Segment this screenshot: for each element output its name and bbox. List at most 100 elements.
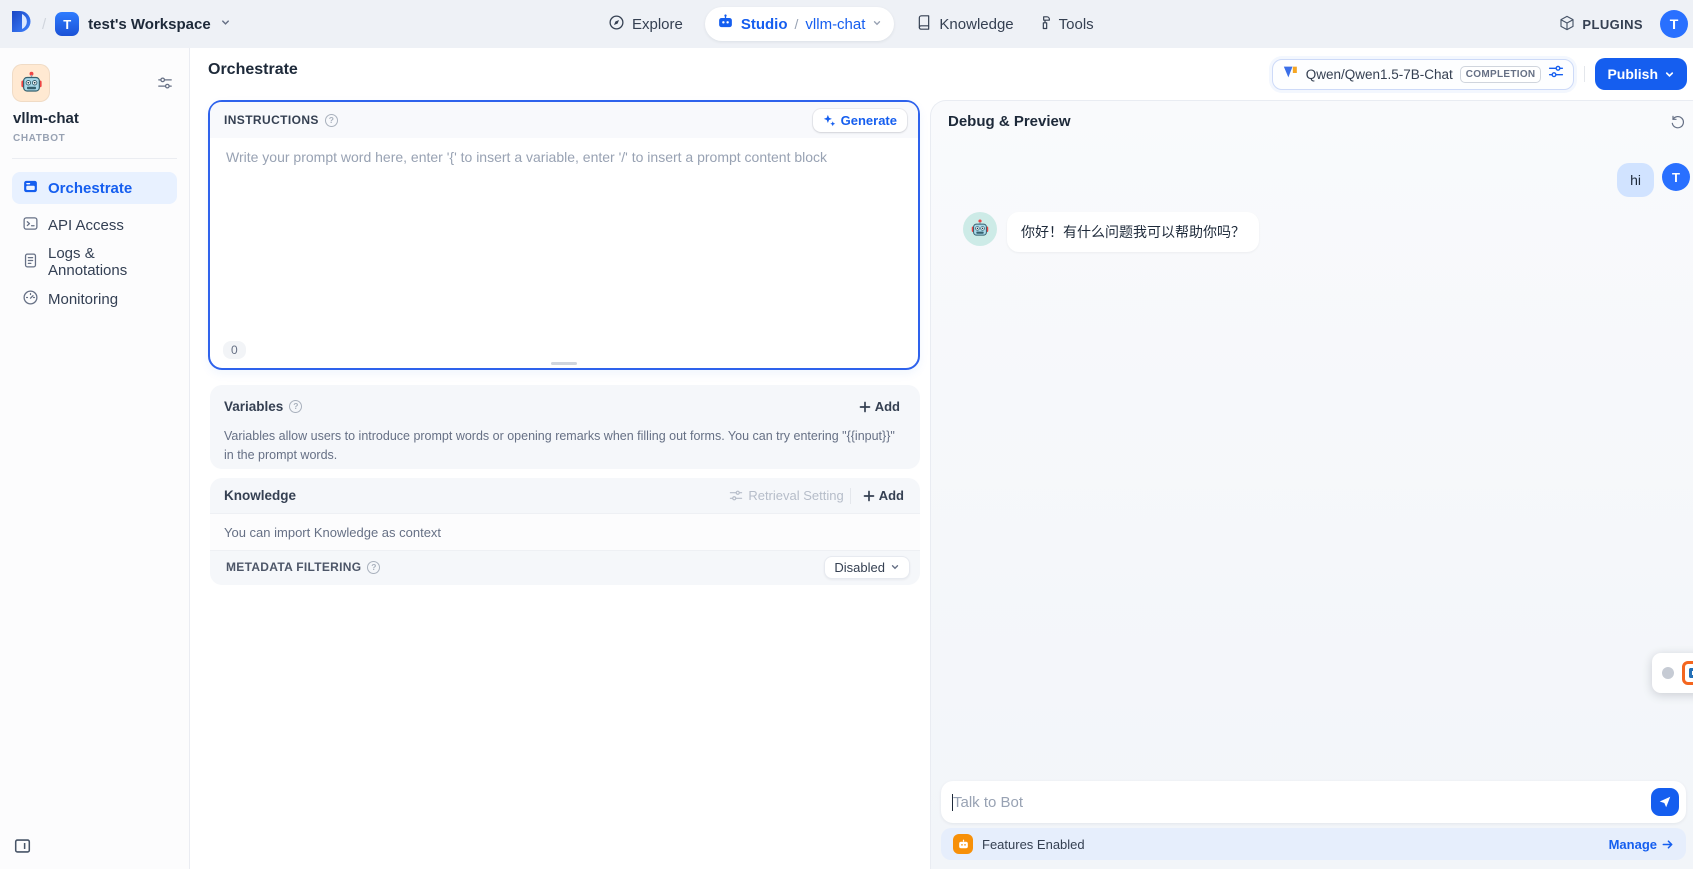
nav-knowledge[interactable]: Knowledge: [916, 14, 1013, 35]
metadata-filtering-value: Disabled: [834, 560, 885, 575]
help-icon[interactable]: ?: [367, 561, 380, 574]
sidebar-menu: Orchestrate API Access Logs & Annotation…: [12, 172, 177, 315]
header-actions: Qwen/Qwen1.5-7B-Chat COMPLETION Publish: [1272, 58, 1687, 90]
chat-message-user: hi T: [1617, 163, 1690, 197]
knowledge-empty-text: You can import Knowledge as context: [210, 513, 920, 551]
window-icon: [22, 178, 39, 199]
publish-label: Publish: [1607, 66, 1658, 82]
chat-input-container: [941, 781, 1686, 823]
page-title: Orchestrate: [208, 61, 298, 79]
user-avatar[interactable]: T: [1660, 10, 1688, 38]
nav-app-crumb[interactable]: vllm-chat: [805, 16, 865, 33]
add-variable-button[interactable]: Add: [853, 396, 906, 417]
primary-nav: Explore Studio / vllm-chat Knowledge Too…: [608, 0, 1094, 48]
send-icon: [1658, 795, 1672, 809]
prompt-input[interactable]: [226, 149, 906, 304]
workspace-avatar[interactable]: T: [55, 12, 79, 36]
knowledge-title: Knowledge: [224, 488, 296, 503]
plus-icon: [859, 401, 871, 413]
robot-emoji-icon: [18, 70, 45, 97]
collapse-sidebar-icon[interactable]: [14, 838, 31, 859]
model-params-icon[interactable]: [1548, 64, 1564, 84]
plugins-button[interactable]: PLUGINS: [1559, 15, 1643, 34]
help-icon[interactable]: ?: [325, 114, 338, 127]
nav-explore-label: Explore: [632, 16, 683, 33]
crumb-separator: /: [795, 16, 799, 32]
sidebar-divider: [12, 158, 177, 159]
hammer-icon: [1036, 14, 1052, 35]
publish-button[interactable]: Publish: [1595, 58, 1687, 90]
user-message-bubble: hi: [1617, 163, 1654, 197]
add-label: Add: [879, 488, 904, 503]
instructions-panel: INSTRUCTIONS ? Generate 0: [208, 100, 920, 370]
features-icon: [953, 834, 973, 854]
nav-knowledge-label: Knowledge: [939, 16, 1013, 33]
sidebar-item-api-access[interactable]: API Access: [12, 209, 177, 241]
arrow-right-icon: [1661, 838, 1674, 851]
sparkle-icon: [823, 114, 836, 127]
workspace-name[interactable]: test's Workspace: [88, 16, 211, 33]
knowledge-header-divider: [850, 488, 851, 504]
chat-input[interactable]: [953, 794, 1651, 811]
metadata-filtering-select[interactable]: Disabled: [824, 556, 910, 579]
app-icon[interactable]: [12, 64, 50, 102]
package-icon: [1559, 15, 1575, 34]
restart-conversation-icon[interactable]: [1670, 114, 1686, 135]
sidebar-item-logs-annotations[interactable]: Logs & Annotations: [12, 246, 177, 278]
generate-button[interactable]: Generate: [813, 109, 907, 132]
bot-avatar: [963, 212, 997, 246]
drag-dot-icon: [1662, 667, 1674, 679]
document-icon: [22, 252, 39, 273]
resize-handle[interactable]: [551, 362, 577, 365]
app-name: vllm-chat: [13, 110, 79, 127]
model-selector[interactable]: Qwen/Qwen1.5-7B-Chat COMPLETION: [1272, 59, 1575, 90]
nav-tools[interactable]: Tools: [1036, 14, 1094, 35]
app-sidebar: vllm-chat CHATBOT Orchestrate API Access: [0, 48, 190, 869]
chevron-down-icon[interactable]: [872, 15, 882, 33]
app-type-badge: CHATBOT: [13, 133, 65, 144]
debug-preview-title: Debug & Preview: [948, 113, 1071, 130]
retrieval-setting-button[interactable]: Retrieval Setting: [729, 488, 843, 503]
variables-header: Variables ? Add: [224, 396, 906, 417]
sidebar-item-label: Monitoring: [48, 291, 118, 308]
variables-title: Variables: [224, 399, 283, 414]
nav-explore[interactable]: Explore: [608, 14, 683, 35]
model-mode-badge: COMPLETION: [1460, 66, 1542, 83]
add-label: Add: [875, 399, 900, 414]
sidebar-item-label: Logs & Annotations: [48, 245, 167, 279]
user-chat-avatar: T: [1662, 163, 1690, 191]
chevron-down-icon[interactable]: [220, 15, 231, 33]
plugins-label: PLUGINS: [1582, 17, 1643, 32]
floating-extension-widget[interactable]: [1652, 653, 1693, 693]
extension-icon: [1682, 661, 1693, 685]
send-button[interactable]: [1651, 788, 1679, 816]
metadata-filtering-row: METADATA FILTERING ? Disabled: [210, 551, 920, 583]
char-count-badge: 0: [223, 341, 246, 359]
knowledge-header: Knowledge Retrieval Setting Add: [210, 478, 920, 513]
app-settings-icon[interactable]: [157, 76, 173, 95]
sidebar-item-monitoring[interactable]: Monitoring: [12, 283, 177, 315]
retrieval-settings-icon: [729, 489, 743, 502]
manage-features-link[interactable]: Manage: [1609, 837, 1674, 852]
explore-icon: [608, 14, 625, 35]
sidebar-item-orchestrate[interactable]: Orchestrate: [12, 172, 177, 204]
variables-section: Variables ? Add Variables allow users to…: [210, 385, 920, 469]
add-knowledge-button[interactable]: Add: [857, 485, 910, 506]
instructions-title: INSTRUCTIONS: [224, 113, 319, 127]
manage-label: Manage: [1609, 837, 1657, 852]
chevron-down-icon: [890, 562, 900, 572]
variables-description: Variables allow users to introduce promp…: [224, 427, 906, 466]
dify-logo[interactable]: [10, 9, 33, 39]
help-icon[interactable]: ?: [289, 400, 302, 413]
instructions-header: INSTRUCTIONS ? Generate: [210, 102, 918, 138]
gauge-icon: [22, 289, 39, 310]
terminal-icon: [22, 215, 39, 236]
plus-icon: [863, 490, 875, 502]
nav-tools-label: Tools: [1059, 16, 1094, 33]
workspace-group: / T test's Workspace: [10, 9, 231, 39]
robot-emoji-icon: [969, 218, 991, 240]
top-nav: / T test's Workspace Explore Studio / vl…: [0, 0, 1693, 48]
nav-studio[interactable]: Studio / vllm-chat: [705, 7, 895, 41]
robot-icon: [717, 13, 734, 35]
bot-message-bubble: 你好！有什么问题我可以帮助你吗？: [1007, 212, 1259, 252]
